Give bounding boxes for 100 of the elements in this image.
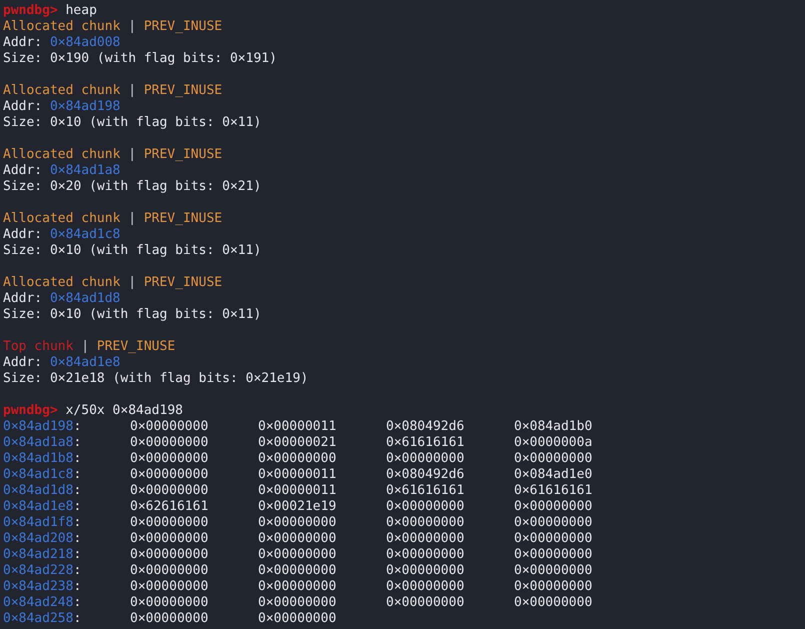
chunk-address: 0×84ad1c8: [50, 227, 120, 243]
chunk-title: Top chunk: [3, 339, 74, 355]
separator: |: [128, 211, 136, 227]
separator: |: [128, 19, 136, 35]
memory-word: 0×00000000: [386, 451, 464, 466]
chunk-title: Allocated chunk: [3, 211, 120, 227]
flag-label: PREV_INUSE: [144, 275, 222, 291]
addr-label: Addr:: [3, 99, 42, 115]
memory-word: 0×00000000: [130, 467, 208, 482]
memory-word: 0×00000000: [130, 595, 208, 610]
memory-word: 0×084ad1e0: [514, 467, 592, 482]
memory-word: 0×00000000: [386, 547, 464, 562]
memory-word: 0×00000000: [130, 611, 208, 626]
addr-label: Addr:: [3, 355, 42, 371]
prompt: pwndbg>: [3, 3, 58, 19]
chunk-address: 0×84ad198: [50, 99, 120, 115]
command-text: heap: [66, 3, 97, 19]
memory-word: 0×61616161: [386, 483, 464, 498]
colon: :: [73, 595, 82, 611]
memory-word: 0×080492d6: [386, 419, 464, 434]
memory-word: 0×00000011: [258, 483, 336, 498]
memory-word: 0×080492d6: [386, 467, 464, 482]
memory-word: 0×00000000: [258, 547, 336, 562]
memory-word: 0×00000000: [130, 579, 208, 594]
memory-word: 0×00000000: [258, 515, 336, 530]
colon: :: [73, 547, 82, 563]
memory-word: 0×00000000: [386, 563, 464, 578]
memory-word: 0×00000000: [514, 547, 592, 562]
colon: :: [73, 483, 82, 499]
memory-word: 0×00000000: [514, 451, 592, 466]
memory-word: 0×00021e19: [258, 499, 336, 514]
addr-label: Addr:: [3, 291, 42, 307]
separator: |: [128, 83, 136, 99]
memory-word: 0×00000000: [130, 547, 208, 562]
flag-label: PREV_INUSE: [96, 339, 176, 355]
separator: |: [128, 147, 136, 163]
chunk-address: 0×84ad1e8: [50, 355, 120, 371]
memory-word: 0×00000000: [386, 595, 464, 610]
chunk-size: Size: 0×10 (with flag bits: 0×11): [3, 307, 262, 323]
memory-word: 0×00000000: [386, 499, 464, 514]
memory-word: 0×00000000: [386, 531, 464, 546]
dump-address: 0×84ad1b8: [3, 451, 74, 467]
colon: :: [73, 563, 82, 579]
prompt: pwndbg>: [3, 403, 58, 419]
dump-address: 0×84ad258: [3, 611, 74, 627]
chunk-size: Size: 0×21e18 (with flag bits: 0×21e19): [3, 371, 308, 387]
dump-address: 0×84ad1c8: [3, 467, 74, 483]
memory-word: 0×084ad1b0: [514, 419, 592, 434]
chunk-size: Size: 0×20 (with flag bits: 0×21): [3, 179, 262, 195]
memory-word: 0×00000000: [130, 419, 208, 434]
colon: :: [73, 419, 82, 435]
colon: :: [73, 499, 82, 515]
chunk-title: Allocated chunk: [3, 83, 120, 99]
memory-word: 0×00000000: [130, 515, 208, 530]
memory-word: 0×00000000: [258, 451, 336, 466]
colon: :: [73, 435, 82, 451]
memory-word: 0×00000000: [514, 579, 592, 594]
memory-word: 0×00000000: [130, 531, 208, 546]
memory-word: 0×00000011: [258, 419, 336, 434]
memory-word: 0×00000000: [386, 515, 464, 530]
addr-label: Addr:: [3, 227, 42, 243]
dump-address: 0×84ad208: [3, 531, 74, 547]
colon: :: [73, 515, 82, 531]
memory-word: 0×00000000: [514, 499, 592, 514]
memory-word: 0×00000000: [130, 451, 208, 466]
memory-word: 0×00000000: [386, 579, 464, 594]
chunk-size: Size: 0×10 (with flag bits: 0×11): [3, 243, 262, 259]
memory-word: 0×00000000: [258, 579, 336, 594]
dump-address: 0×84ad238: [3, 579, 74, 595]
memory-word: 0×62616161: [130, 499, 208, 514]
separator: |: [128, 275, 136, 291]
memory-word: 0×00000000: [514, 515, 592, 530]
chunk-address: 0×84ad1a8: [50, 163, 120, 179]
dump-address: 0×84ad218: [3, 547, 74, 563]
colon: :: [73, 611, 82, 627]
dump-address: 0×84ad228: [3, 563, 74, 579]
memory-word: 0×00000000: [258, 611, 336, 626]
chunk-size: Size: 0×10 (with flag bits: 0×11): [3, 115, 262, 131]
command-text: x/50x 0×84ad198: [66, 403, 183, 419]
memory-word: 0×00000000: [514, 563, 592, 578]
chunk-title: Allocated chunk: [3, 147, 120, 163]
memory-word: 0×00000021: [258, 435, 336, 450]
flag-label: PREV_INUSE: [144, 211, 222, 227]
dump-address: 0×84ad198: [3, 419, 74, 435]
colon: :: [73, 531, 82, 547]
chunk-address: 0×84ad1d8: [50, 291, 120, 307]
separator: |: [81, 339, 90, 355]
flag-label: PREV_INUSE: [144, 83, 222, 99]
dump-address: 0×84ad1d8: [3, 483, 74, 499]
memory-word: 0×00000000: [258, 563, 336, 578]
dump-address: 0×84ad1f8: [3, 515, 74, 531]
memory-word: 0×61616161: [514, 483, 592, 498]
memory-word: 0×00000000: [130, 435, 208, 450]
memory-word: 0×00000000: [514, 531, 592, 546]
chunk-title: Allocated chunk: [3, 275, 120, 291]
flag-label: PREV_INUSE: [144, 19, 222, 35]
addr-label: Addr:: [3, 163, 42, 179]
memory-word: 0×00000000: [258, 595, 336, 610]
memory-word: 0×00000000: [130, 483, 208, 498]
addr-label: Addr:: [3, 35, 42, 51]
